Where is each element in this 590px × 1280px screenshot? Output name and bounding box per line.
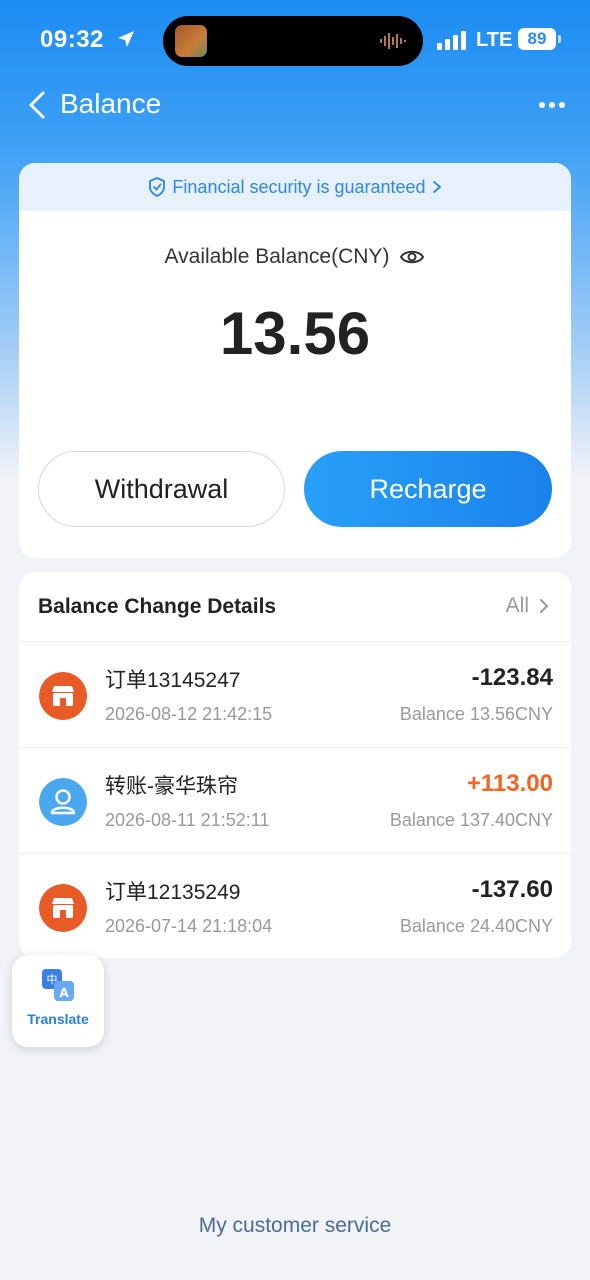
status-bar: 09:32 LTE 89	[0, 0, 590, 80]
chevron-right-icon	[432, 181, 441, 193]
recharge-button[interactable]: Recharge	[304, 451, 552, 527]
dynamic-island	[163, 16, 423, 66]
transaction-balance: Balance 13.56CNY	[399, 704, 553, 724]
withdrawal-button[interactable]: Withdrawal	[38, 451, 285, 527]
transaction-name: 订单12135249	[105, 881, 241, 904]
back-icon[interactable]	[26, 90, 48, 120]
translate-label: Translate	[27, 1011, 89, 1027]
transaction-balance: Balance 137.40CNY	[389, 810, 553, 830]
translate-icon: 中 A	[42, 969, 74, 1001]
translate-button[interactable]: 中 A Translate	[12, 955, 104, 1047]
customer-service-link[interactable]: My customer service	[0, 1214, 590, 1238]
security-text: Financial security is guaranteed	[172, 176, 426, 197]
transaction-row[interactable]: 订单13145247 2026-08-12 21:42:15 -123.84 B…	[19, 642, 571, 748]
transaction-amount: +113.00	[466, 770, 553, 797]
all-label: All	[505, 594, 529, 617]
chevron-right-icon	[540, 599, 549, 613]
transaction-row[interactable]: 转账-豪华珠帘 2026-08-11 21:52:11 +113.00 Bala…	[19, 748, 571, 854]
available-balance-label: Available Balance(CNY)	[164, 245, 390, 268]
security-banner[interactable]: Financial security is guaranteed	[19, 163, 571, 211]
balance-card: Financial security is guaranteed Availab…	[19, 163, 571, 558]
eye-icon[interactable]	[399, 247, 425, 267]
transaction-name: 转账-豪华珠帘	[105, 775, 238, 798]
transaction-name: 订单13145247	[105, 669, 241, 692]
battery-icon: 89	[518, 28, 556, 50]
user-icon	[39, 778, 87, 826]
balance-amount: 13.56	[219, 300, 371, 367]
transaction-amount: -123.84	[471, 664, 553, 691]
balance-details-card: Balance Change Details All 订单13145247 20…	[19, 572, 571, 958]
svg-text:A: A	[59, 986, 69, 1000]
transaction-balance: Balance 24.40CNY	[399, 916, 553, 936]
network-type: LTE	[476, 29, 513, 51]
transaction-time: 2026-08-12 21:42:15	[105, 704, 273, 724]
battery-tip	[558, 35, 561, 43]
all-link[interactable]: All	[506, 594, 549, 618]
shop-icon	[39, 884, 87, 932]
page-title: Balance	[60, 88, 162, 119]
location-arrow-icon	[118, 31, 134, 47]
details-header: Balance Change Details All	[19, 572, 571, 642]
transaction-amount: -137.60	[471, 876, 553, 903]
transaction-time: 2026-08-11 21:52:11	[105, 810, 270, 830]
more-icon[interactable]	[538, 100, 566, 110]
media-thumbnail	[175, 25, 207, 57]
status-time: 09:32	[40, 26, 104, 53]
available-balance-row: Available Balance(CNY)	[19, 245, 571, 269]
shield-check-icon	[149, 177, 166, 197]
transaction-time: 2026-07-14 21:18:04	[105, 916, 273, 936]
details-title: Balance Change Details	[38, 595, 277, 618]
shop-icon	[39, 672, 87, 720]
audio-wave-icon	[380, 33, 406, 49]
nav-bar: Balance	[0, 80, 590, 130]
svg-text:中: 中	[47, 973, 58, 986]
transaction-row[interactable]: 订单12135249 2026-07-14 21:18:04 -137.60 B…	[19, 854, 571, 958]
signal-icon	[437, 31, 466, 50]
